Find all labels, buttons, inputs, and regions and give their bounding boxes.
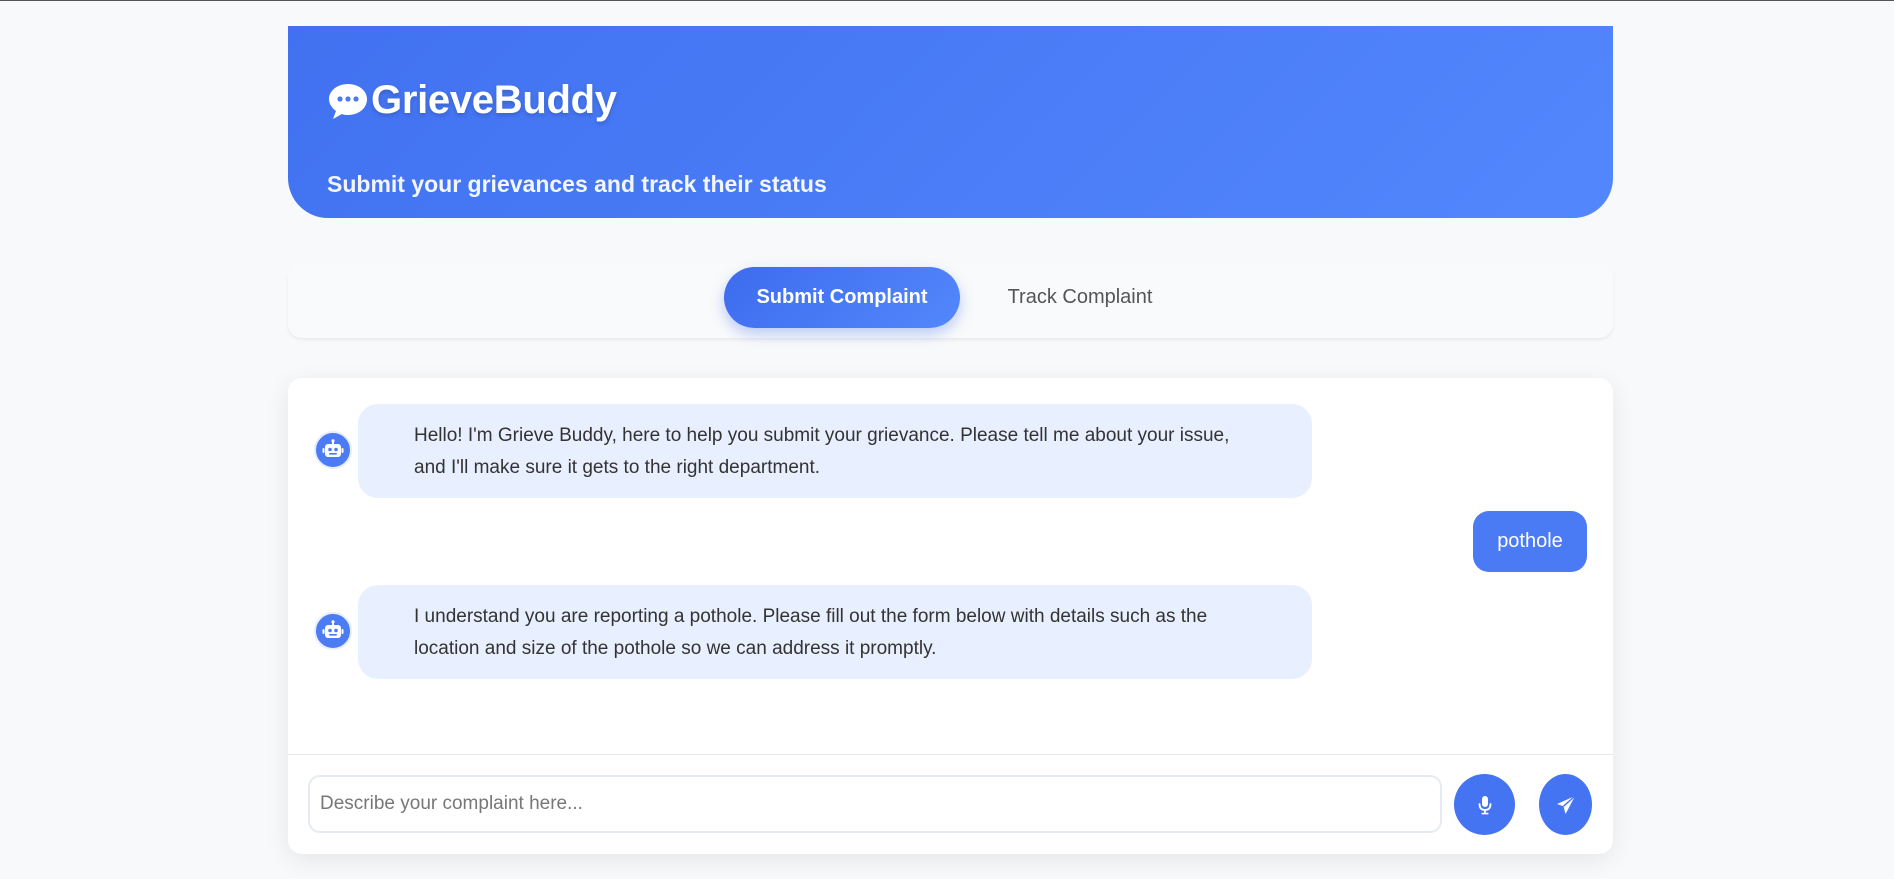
user-message-bubble: pothole — [1473, 511, 1587, 572]
speech-bubble-icon — [329, 83, 367, 119]
tab-submit-complaint[interactable]: Submit Complaint — [724, 267, 960, 328]
bot-avatar — [314, 612, 352, 650]
top-border — [0, 0, 1894, 1]
composer-divider — [288, 754, 1613, 755]
app-title: GrieveBuddy — [371, 78, 617, 122]
tab-bar: Submit Complaint Track Complaint — [288, 264, 1613, 338]
bot-message-bubble: Hello! I'm Grieve Buddy, here to help yo… — [358, 404, 1312, 498]
tab-track-complaint[interactable]: Track Complaint — [978, 267, 1182, 328]
send-button[interactable] — [1539, 774, 1592, 835]
bot-message: I understand you are reporting a pothole… — [314, 585, 1312, 679]
bot-message-text-line: Hello! I'm Grieve Buddy, here to help yo… — [414, 425, 1230, 446]
bot-message: Hello! I'm Grieve Buddy, here to help yo… — [314, 404, 1312, 498]
complaint-input[interactable] — [308, 775, 1442, 833]
bot-message-text-line: location and size of the pothole so we c… — [414, 638, 937, 659]
robot-icon — [322, 620, 344, 638]
robot-icon — [322, 439, 344, 457]
chat-panel: Hello! I'm Grieve Buddy, here to help yo… — [288, 378, 1613, 854]
app-header: GrieveBuddy Submit your grievances and t… — [288, 26, 1613, 218]
microphone-icon — [1478, 795, 1491, 814]
bot-message-text-line: I understand you are reporting a pothole… — [414, 606, 1208, 627]
paper-plane-icon — [1556, 794, 1575, 814]
brand: GrieveBuddy — [327, 78, 617, 123]
bot-avatar — [314, 431, 352, 469]
voice-input-button[interactable] — [1454, 774, 1515, 835]
bot-message-text-line: and I'll make sure it gets to the right … — [414, 457, 821, 478]
app-tagline: Submit your grievances and track their s… — [327, 171, 827, 197]
bot-message-bubble: I understand you are reporting a pothole… — [358, 585, 1312, 679]
